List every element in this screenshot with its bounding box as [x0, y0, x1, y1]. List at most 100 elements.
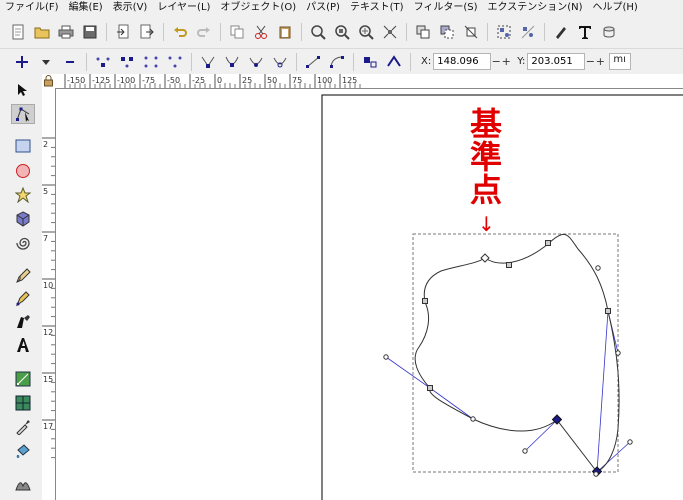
node-tool-icon[interactable]	[11, 104, 35, 124]
x-coordinate-input[interactable]	[433, 53, 492, 70]
auto-smooth-node-icon[interactable]	[270, 52, 290, 72]
toolbar-separator	[406, 22, 407, 41]
import-icon[interactable]	[113, 22, 133, 42]
menu-extensions[interactable]: エクステンション(N)	[483, 0, 588, 15]
horizontal-ruler: -150 -125 -100 -75 -50 -25 0 25 50 75 100 125	[55, 74, 683, 89]
join-nodes-icon[interactable]	[93, 52, 113, 72]
x-increment-button[interactable]: +	[501, 55, 511, 68]
y-decrement-button[interactable]: −	[585, 55, 595, 68]
paint-bucket-tool-icon[interactable]	[11, 441, 35, 461]
menu-text[interactable]: テキスト(T)	[345, 0, 409, 15]
insert-node-icon[interactable]	[12, 52, 32, 72]
zoom-page-icon[interactable]	[356, 22, 376, 42]
layers-icon[interactable]	[599, 22, 619, 42]
dropdown-arrow-icon[interactable]	[36, 52, 56, 72]
pencil-tool-icon[interactable]	[11, 266, 35, 286]
gradient-tool-icon[interactable]	[11, 369, 35, 389]
spiral-tool-icon[interactable]	[11, 233, 35, 253]
object-to-path-icon[interactable]	[360, 52, 380, 72]
path-node[interactable]	[506, 262, 512, 268]
path-node[interactable]	[422, 298, 428, 304]
bezier-path[interactable]	[414, 233, 620, 473]
text-tool-icon[interactable]	[575, 22, 595, 42]
group-icon[interactable]	[494, 22, 514, 42]
selector-tool-icon[interactable]	[11, 80, 35, 100]
undo-icon[interactable]	[170, 22, 190, 42]
drawing-canvas[interactable]	[56, 89, 683, 500]
text-tool-icon[interactable]	[11, 335, 35, 355]
y-coordinate-input[interactable]	[527, 53, 586, 70]
path-node[interactable]	[545, 240, 551, 246]
menu-edit[interactable]: 編集(E)	[64, 0, 108, 15]
zoom-fit-icon[interactable]	[380, 22, 400, 42]
export-icon[interactable]	[137, 22, 157, 42]
ruler-tick-label: -125	[92, 76, 110, 85]
ruler-corner-lock-icon[interactable]	[42, 74, 56, 89]
segment-curve-icon[interactable]	[327, 52, 347, 72]
rectangle-tool-icon[interactable]	[11, 136, 35, 156]
save-icon[interactable]	[80, 22, 100, 42]
tweak-tool-icon[interactable]	[11, 474, 35, 494]
menu-path[interactable]: パス(P)	[301, 0, 345, 15]
unlink-clone-icon[interactable]	[461, 22, 481, 42]
break-path-icon[interactable]	[117, 52, 137, 72]
path-node[interactable]	[427, 385, 433, 391]
canvas-artwork	[321, 94, 683, 500]
y-label: Y:	[517, 56, 526, 67]
cut-icon[interactable]	[251, 22, 271, 42]
y-increment-button[interactable]: +	[595, 55, 605, 68]
handle-point[interactable]	[522, 448, 528, 454]
clone-icon[interactable]	[437, 22, 457, 42]
pen-tool-icon[interactable]	[11, 289, 35, 309]
delete-segment-icon[interactable]	[165, 52, 185, 72]
ungroup-icon[interactable]	[518, 22, 538, 42]
stroke-to-path-icon[interactable]	[384, 52, 404, 72]
delete-node-icon[interactable]	[60, 52, 80, 72]
path-node[interactable]	[605, 308, 611, 314]
paste-icon[interactable]	[275, 22, 295, 42]
x-decrement-button[interactable]: −	[491, 55, 501, 68]
fill-stroke-icon[interactable]	[551, 22, 571, 42]
star-tool-icon[interactable]	[11, 185, 35, 205]
segment-line-icon[interactable]	[303, 52, 323, 72]
reference-node[interactable]	[480, 253, 490, 263]
menu-filters[interactable]: フィルター(S)	[409, 0, 483, 15]
toolbar-separator	[296, 52, 297, 71]
ruler-tick-label: 25	[242, 76, 252, 85]
ruler-tick-label: 50	[267, 76, 277, 85]
print-icon[interactable]	[56, 22, 76, 42]
menu-layer[interactable]: レイヤー(L)	[152, 0, 215, 15]
cusp-node-icon[interactable]	[198, 52, 218, 72]
zoom-drawing-icon[interactable]	[332, 22, 352, 42]
join-segment-icon[interactable]	[141, 52, 161, 72]
3d-box-tool-icon[interactable]	[11, 209, 35, 229]
handle-point[interactable]	[383, 354, 389, 360]
ruler-tick-label: 0	[217, 76, 222, 85]
menu-help[interactable]: ヘルプ(H)	[588, 0, 643, 15]
copy-icon[interactable]	[227, 22, 247, 42]
smooth-node-icon[interactable]	[222, 52, 242, 72]
symmetric-node-icon[interactable]	[246, 52, 266, 72]
toolbar-separator	[410, 52, 411, 71]
ruler-tick-label: 75	[292, 76, 302, 85]
menu-view[interactable]: 表示(V)	[108, 0, 153, 15]
handle-point[interactable]	[615, 350, 621, 356]
open-file-icon[interactable]	[32, 22, 52, 42]
handle-point[interactable]	[470, 416, 476, 422]
new-document-icon[interactable]	[8, 22, 28, 42]
mesh-tool-icon[interactable]	[11, 393, 35, 413]
handle-point[interactable]	[595, 265, 601, 271]
menu-file[interactable]: ファイル(F)	[0, 0, 64, 15]
calligraphy-tool-icon[interactable]	[11, 312, 35, 332]
menu-object[interactable]: オブジェクト(O)	[215, 0, 301, 15]
duplicate-icon[interactable]	[413, 22, 433, 42]
zoom-selection-icon[interactable]	[308, 22, 328, 42]
unit-select[interactable]: mı	[609, 53, 632, 70]
annotation-arrow: ↓	[478, 212, 495, 236]
handle-point[interactable]	[627, 439, 633, 445]
handle-point[interactable]	[593, 471, 599, 477]
dropper-tool-icon[interactable]	[11, 417, 35, 437]
toolbar-separator	[191, 52, 192, 71]
redo-icon[interactable]	[194, 22, 214, 42]
ellipse-tool-icon[interactable]	[11, 161, 35, 181]
